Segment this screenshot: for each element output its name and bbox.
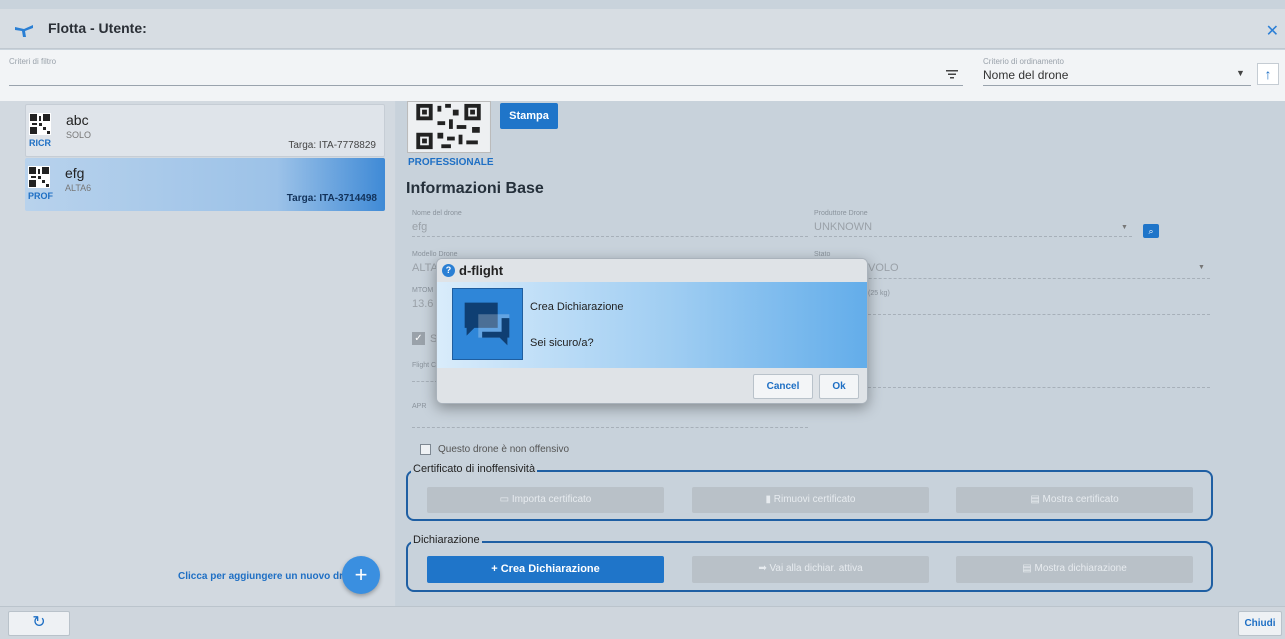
go-active-declaration-button[interactable]: ➡ Vai alla dichiar. attiva — [692, 556, 929, 583]
chevron-down-icon[interactable]: ▼ — [1198, 264, 1205, 271]
field-underline — [412, 236, 808, 237]
add-drone-button[interactable]: + — [342, 556, 380, 594]
drone-plate: Targa: ITA-3714498 — [286, 193, 377, 204]
document-icon: ▤ — [1030, 494, 1043, 505]
title-bar: Flotta - Utente: ✕ — [0, 9, 1285, 49]
drone-name: efg — [65, 165, 85, 181]
drone-name-field[interactable]: efg — [412, 221, 427, 233]
sort-label: Criterio di ordinamento — [983, 57, 1064, 66]
confirm-dialog: ? d-flight Crea Dichiarazione Sei sicuro… — [436, 258, 868, 404]
drone-plate: Targa: ITA-7778829 — [288, 140, 376, 151]
drone-list-item[interactable]: RICR abc SOLO Targa: ITA-7778829 — [25, 104, 385, 157]
dialog-message: Crea Dichiarazione — [530, 301, 624, 313]
add-drone-hint: Clicca per aggiungere un nuovo drone. — [178, 571, 364, 582]
create-declaration-button[interactable]: + Crea Dichiarazione — [427, 556, 664, 583]
import-certificate-label: Importa certificato — [511, 494, 592, 505]
close-icon[interactable]: ✕ — [1266, 21, 1279, 41]
dialog-question: Sei sicuro/a? — [530, 337, 594, 349]
dialog-header: ? d-flight — [437, 259, 867, 282]
qr-code-icon — [28, 166, 50, 188]
s-checkbox[interactable]: ✓ — [412, 332, 425, 345]
refresh-icon: ↻ — [32, 614, 46, 631]
field-underline — [814, 278, 1210, 279]
go-active-declaration-label: Vai alla dichiar. attiva — [769, 563, 863, 574]
drone-logo-icon — [15, 25, 33, 37]
drone-list-item-selected[interactable]: PROF efg ALTA6 Targa: ITA-3714498 — [25, 158, 385, 211]
cancel-button[interactable]: Cancel — [753, 374, 813, 399]
show-certificate-label: Mostra certificato — [1042, 494, 1119, 505]
filter-input[interactable] — [9, 85, 963, 86]
window-title: Flotta - Utente: — [48, 20, 147, 36]
drone-model: ALTA6 — [65, 183, 92, 193]
section-title: Informazioni Base — [406, 180, 544, 197]
import-icon: ▭ — [499, 494, 512, 505]
declaration-legend: Dichiarazione — [411, 534, 482, 546]
producer-select[interactable]: UNKNOWN — [814, 221, 872, 233]
show-certificate-button[interactable]: ▤ Mostra certificato — [956, 487, 1193, 513]
bottom-bar: ↻ Chiudi — [0, 606, 1285, 639]
remove-certificate-button[interactable]: ▮ Rimuovi certificato — [692, 487, 929, 513]
question-icon: ? — [442, 264, 455, 277]
remove-certificate-label: Rimuovi certificato — [773, 494, 856, 505]
search-icon[interactable]: ⌕ — [1143, 224, 1159, 238]
non-offensive-checkbox[interactable] — [420, 444, 431, 455]
model-label: Modello Drone — [412, 251, 458, 258]
import-certificate-button[interactable]: ▭ Importa certificato — [427, 487, 664, 513]
qr-code-image — [407, 101, 491, 153]
apr-field[interactable] — [412, 427, 808, 428]
sort-select[interactable]: Nome del drone — [983, 68, 1068, 82]
category-label: PROFESSIONALE — [408, 157, 494, 168]
dialog-footer: Cancel Ok — [437, 368, 867, 403]
apr-label: APR — [412, 403, 427, 410]
producer-label: Produttore Drone — [814, 210, 868, 217]
field-underline — [814, 236, 1132, 237]
flight-label: Flight C — [412, 362, 437, 369]
close-button[interactable]: Chiudi — [1238, 611, 1282, 636]
field-underline — [868, 387, 1210, 388]
drone-name: abc — [66, 112, 89, 128]
state-select[interactable]: VOLO — [868, 262, 899, 274]
trash-icon: ▮ — [765, 494, 774, 505]
chat-bubbles-icon — [452, 288, 523, 360]
field-underline — [412, 381, 438, 382]
filter-label: Criteri di filtro — [9, 57, 57, 66]
dialog-body: Crea Dichiarazione Sei sicuro/a? — [437, 282, 867, 368]
dialog-title: d-flight — [459, 263, 504, 278]
drone-type-badge: PROF — [28, 191, 54, 201]
chevron-down-icon[interactable]: ▼ — [1121, 224, 1128, 231]
arrow-right-icon: ➡ — [758, 563, 770, 574]
drone-name-label: Nome del drone — [412, 210, 462, 217]
filter-icon[interactable] — [946, 69, 958, 79]
mtom-label: MTOM — [412, 287, 434, 294]
model-field[interactable]: ALTA — [412, 262, 438, 274]
document-icon: ▤ — [1022, 563, 1035, 574]
sort-underline — [983, 85, 1251, 86]
drone-model: SOLO — [66, 130, 92, 140]
certificate-legend: Certificato di inoffensività — [411, 463, 538, 475]
show-declaration-button[interactable]: ▤ Mostra dichiarazione — [956, 556, 1193, 583]
filter-bar: Criteri di filtro Criterio di ordinament… — [0, 50, 1285, 101]
state-label: Stato — [814, 251, 831, 258]
drone-type-badge: RICR — [29, 138, 51, 148]
field-underline — [868, 314, 1210, 315]
ok-button[interactable]: Ok — [819, 374, 859, 399]
chevron-down-icon[interactable]: ▼ — [1236, 68, 1245, 78]
print-button[interactable]: Stampa — [500, 103, 558, 129]
mtom-note: (25 kg) — [868, 290, 890, 297]
show-declaration-label: Mostra dichiarazione — [1034, 563, 1127, 574]
non-offensive-label: Questo drone è non offensivo — [438, 444, 570, 455]
mtom-field[interactable]: 13.6 — [412, 298, 433, 310]
refresh-button[interactable]: ↻ — [8, 611, 70, 636]
sort-direction-button[interactable]: ↑ — [1257, 63, 1279, 85]
qr-code-icon — [29, 113, 51, 135]
